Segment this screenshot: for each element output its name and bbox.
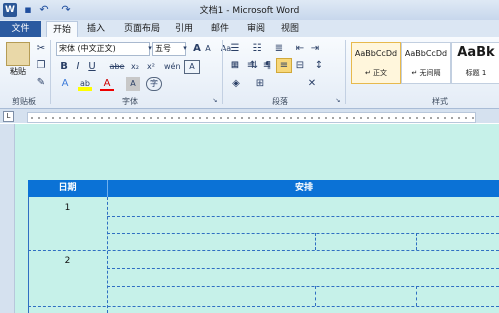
table-cell-date[interactable]: 1 [28,203,107,213]
table-border [28,306,499,307]
vertical-ruler[interactable] [0,124,15,313]
shrink-font-icon[interactable]: A [203,42,213,56]
shading-icon[interactable]: ◈ [229,77,243,91]
document-page[interactable] [15,124,499,313]
dialog-launcher-icon[interactable]: ↘ [211,94,219,108]
table-border [315,233,316,250]
table-border [107,268,499,269]
asian-layout-icon[interactable]: ✕ [305,77,319,91]
tab-page-layout[interactable]: 页面布局 [118,21,166,37]
text-effects-icon[interactable]: A [58,77,72,91]
table-border [416,286,417,306]
paste-button-label[interactable]: 粘贴 [4,66,32,77]
table-border [107,233,499,234]
strikethrough-button[interactable]: abe [107,60,127,74]
style-no-spacing[interactable]: AaBbCcDd ↵ 无间隔 [401,42,451,84]
style-name: ↵ 无间隔 [411,69,441,77]
character-border-icon[interactable]: A [184,60,200,74]
style-preview: AaBbCcDd [404,49,448,58]
underline-button[interactable]: U [86,60,98,74]
horizontal-ruler[interactable] [27,112,476,123]
style-name: 标题 1 [465,69,487,77]
table-border [107,197,108,313]
tab-insert[interactable]: 插入 [82,21,110,37]
justify-icon[interactable]: ≡ [276,58,292,73]
align-right-icon[interactable]: ≡ [261,59,273,73]
tab-home[interactable]: 开始 [46,21,78,38]
borders-icon[interactable]: ⊞ [253,77,267,91]
font-name-combo[interactable]: 宋体 (中文正文) [56,42,150,56]
tab-review[interactable]: 审阅 [242,21,270,37]
decrease-indent-icon[interactable]: ⇤ [294,42,306,56]
group-separator [50,40,51,104]
cut-icon[interactable]: ✂ [35,42,47,56]
style-name: ↵ 正文 [364,69,388,77]
enclose-characters-icon[interactable]: 字 [146,77,162,91]
group-separator [345,40,346,104]
superscript-button[interactable]: x² [144,60,158,74]
font-color-icon[interactable]: A [100,77,114,91]
table-border [107,286,499,287]
table-border [28,250,499,251]
bullets-icon[interactable]: ☰ [228,42,242,56]
header-date[interactable]: 日期 [28,180,107,197]
subscript-button[interactable]: x₂ [128,60,142,74]
format-painter-icon[interactable]: ✎ [35,76,47,90]
style-preview: AaBbCcDd [354,49,398,58]
increase-indent-icon[interactable]: ⇥ [309,42,321,56]
highlight-color-icon[interactable]: ab [78,77,92,91]
group-separator [222,40,223,104]
table-border [315,286,316,306]
table-border [107,216,499,217]
style-normal[interactable]: AaBbCcDd ↵ 正文 [351,42,401,84]
tab-selector-icon[interactable]: L [3,111,14,122]
header-schedule[interactable]: 安排 [107,180,499,197]
line-spacing-icon[interactable]: ↕ [312,59,326,73]
style-preview: AaBk [457,45,495,60]
table-cell-date[interactable]: 2 [28,256,107,266]
tab-view[interactable]: 视图 [276,21,304,37]
align-left-icon[interactable]: ≡ [229,59,241,73]
font-group-label: 字体 [122,97,138,106]
multilevel-list-icon[interactable]: ≣ [272,42,286,56]
paragraph-group-label: 段落 [272,97,288,106]
grow-font-icon[interactable]: A [191,42,203,56]
clipboard-group-label: 剪贴板 [12,97,36,106]
table-border [28,197,29,313]
copy-icon[interactable]: ❐ [35,59,47,73]
phonetic-guide-icon[interactable]: wén [164,60,181,74]
tab-mailings[interactable]: 邮件 [206,21,234,37]
tab-file[interactable]: 文件 [0,21,41,37]
styles-group-label: 样式 [432,97,448,106]
style-heading-1[interactable]: AaBk 标题 1 [451,42,499,84]
align-center-icon[interactable]: ≡ [245,59,257,73]
bold-button[interactable]: B [58,60,70,74]
paste-icon[interactable] [6,42,30,66]
table-border [416,233,417,250]
window-title: 文档1 - Microsoft Word [199,6,300,16]
distributed-icon[interactable]: ⊟ [294,59,306,73]
italic-button[interactable]: I [72,60,84,74]
tab-references[interactable]: 引用 [170,21,198,37]
numbering-icon[interactable]: ☷ [250,42,264,56]
chevron-down-icon[interactable]: ▾ [181,41,189,55]
dialog-launcher-icon[interactable]: ↘ [334,94,342,108]
character-shading-icon[interactable]: A [126,77,140,91]
